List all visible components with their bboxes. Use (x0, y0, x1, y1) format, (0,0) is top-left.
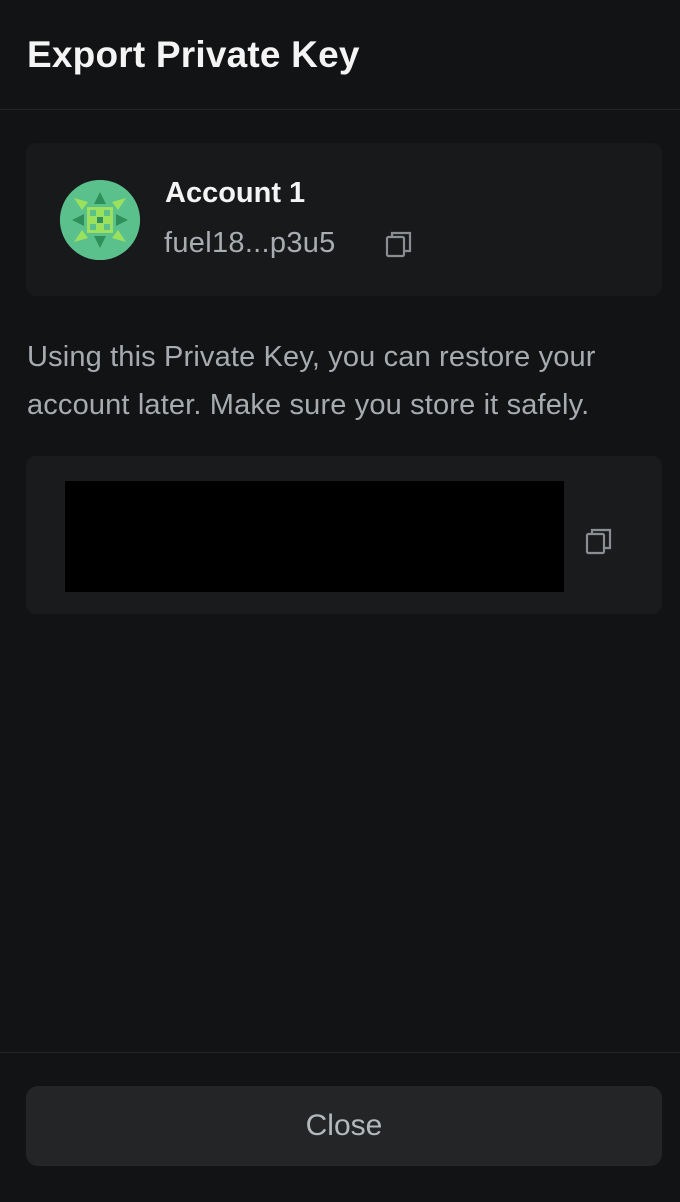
close-button[interactable]: Close (26, 1086, 662, 1166)
copy-private-key-button[interactable] (584, 526, 614, 556)
identicon-icon (60, 180, 140, 260)
account-name: Account 1 (165, 177, 306, 209)
footer: Close (0, 1052, 680, 1202)
copy-address-button[interactable] (384, 229, 414, 259)
account-address: fuel18...p3u5 (164, 227, 336, 259)
description-text: Using this Private Key, you can restore … (27, 341, 596, 421)
copy-icon (585, 528, 612, 555)
avatar (60, 180, 140, 260)
private-key-card (26, 456, 662, 614)
header: Export Private Key (0, 0, 680, 110)
page-title: Export Private Key (27, 34, 360, 75)
account-card: Account 1 fuel18...p3u5 (26, 143, 662, 296)
private-key-value (65, 481, 564, 592)
copy-icon (385, 231, 412, 258)
